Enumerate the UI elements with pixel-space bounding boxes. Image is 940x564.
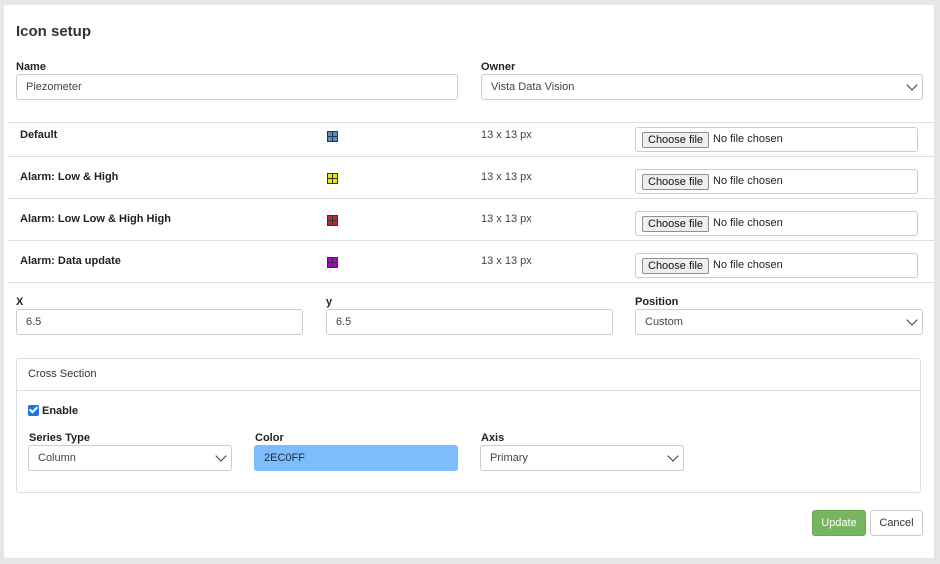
icon-row-label: Alarm: Data update: [20, 255, 121, 267]
file-status: No file chosen: [713, 259, 783, 271]
update-button[interactable]: Update: [812, 510, 866, 536]
y-label: y: [326, 296, 333, 308]
icon-row-label: Default: [20, 129, 58, 141]
divider: [8, 240, 934, 241]
divider: [8, 122, 934, 123]
file-status: No file chosen: [713, 133, 783, 145]
axis-select[interactable]: Primary: [480, 445, 684, 471]
icon-size: 13 x 13 px: [481, 129, 532, 141]
enable-checkbox[interactable]: [28, 405, 39, 416]
file-status: No file chosen: [713, 217, 783, 229]
position-select-value: Custom: [645, 316, 683, 328]
alarm-lowlow-highhigh-file-input[interactable]: Choose file No file chosen: [635, 211, 918, 236]
choose-file-button[interactable]: Choose file: [642, 216, 710, 232]
choose-file-button[interactable]: Choose file: [642, 132, 710, 148]
cross-section-header: Cross Section: [17, 359, 920, 391]
icon-row-label: Alarm: Low Low & High High: [20, 213, 171, 225]
page-title: Icon setup: [16, 23, 92, 40]
chevron-down-icon: [906, 314, 918, 326]
color-input[interactable]: 2EC0FF: [254, 445, 458, 471]
icon-row-label: Alarm: Low & High: [20, 171, 119, 183]
y-input[interactable]: 6.5: [326, 309, 613, 335]
owner-label: Owner: [481, 61, 516, 73]
grid-square-icon: [327, 173, 338, 184]
alarm-data-update-file-input[interactable]: Choose file No file chosen: [635, 253, 918, 278]
series-type-select[interactable]: Column: [28, 445, 232, 471]
icon-size: 13 x 13 px: [481, 171, 532, 183]
file-status: No file chosen: [713, 175, 783, 187]
grid-square-icon: [327, 131, 338, 142]
grid-square-icon: [327, 257, 338, 268]
color-label: Color: [255, 432, 284, 444]
position-select[interactable]: Custom: [635, 309, 923, 335]
x-label: X: [16, 296, 24, 308]
position-label: Position: [635, 296, 679, 308]
axis-value: Primary: [490, 452, 528, 464]
icon-size: 13 x 13 px: [481, 213, 532, 225]
divider: [8, 282, 934, 283]
cross-section-card: Cross Section Enable Series Type Column …: [16, 358, 921, 493]
name-label: Name: [16, 61, 46, 73]
owner-select[interactable]: Vista Data Vision: [481, 74, 923, 100]
axis-label: Axis: [481, 432, 505, 444]
chevron-down-icon: [667, 450, 679, 462]
divider: [8, 198, 934, 199]
x-input[interactable]: 6.5: [16, 309, 303, 335]
icon-size: 13 x 13 px: [481, 255, 532, 267]
chevron-down-icon: [906, 79, 918, 91]
enable-label: Enable: [42, 405, 79, 417]
choose-file-button[interactable]: Choose file: [642, 258, 710, 274]
name-input[interactable]: Piezometer: [16, 74, 458, 100]
icon-setup-panel: Icon setup Name Piezometer Owner Vista D…: [4, 5, 934, 558]
chevron-down-icon: [215, 450, 227, 462]
series-type-value: Column: [38, 452, 76, 464]
divider: [8, 156, 934, 157]
choose-file-button[interactable]: Choose file: [642, 174, 710, 190]
series-type-label: Series Type: [29, 432, 90, 444]
alarm-low-high-file-input[interactable]: Choose file No file chosen: [635, 169, 918, 194]
default-file-input[interactable]: Choose file No file chosen: [635, 127, 918, 152]
owner-select-value: Vista Data Vision: [491, 81, 575, 93]
cancel-button[interactable]: Cancel: [870, 510, 923, 536]
grid-square-icon: [327, 215, 338, 226]
